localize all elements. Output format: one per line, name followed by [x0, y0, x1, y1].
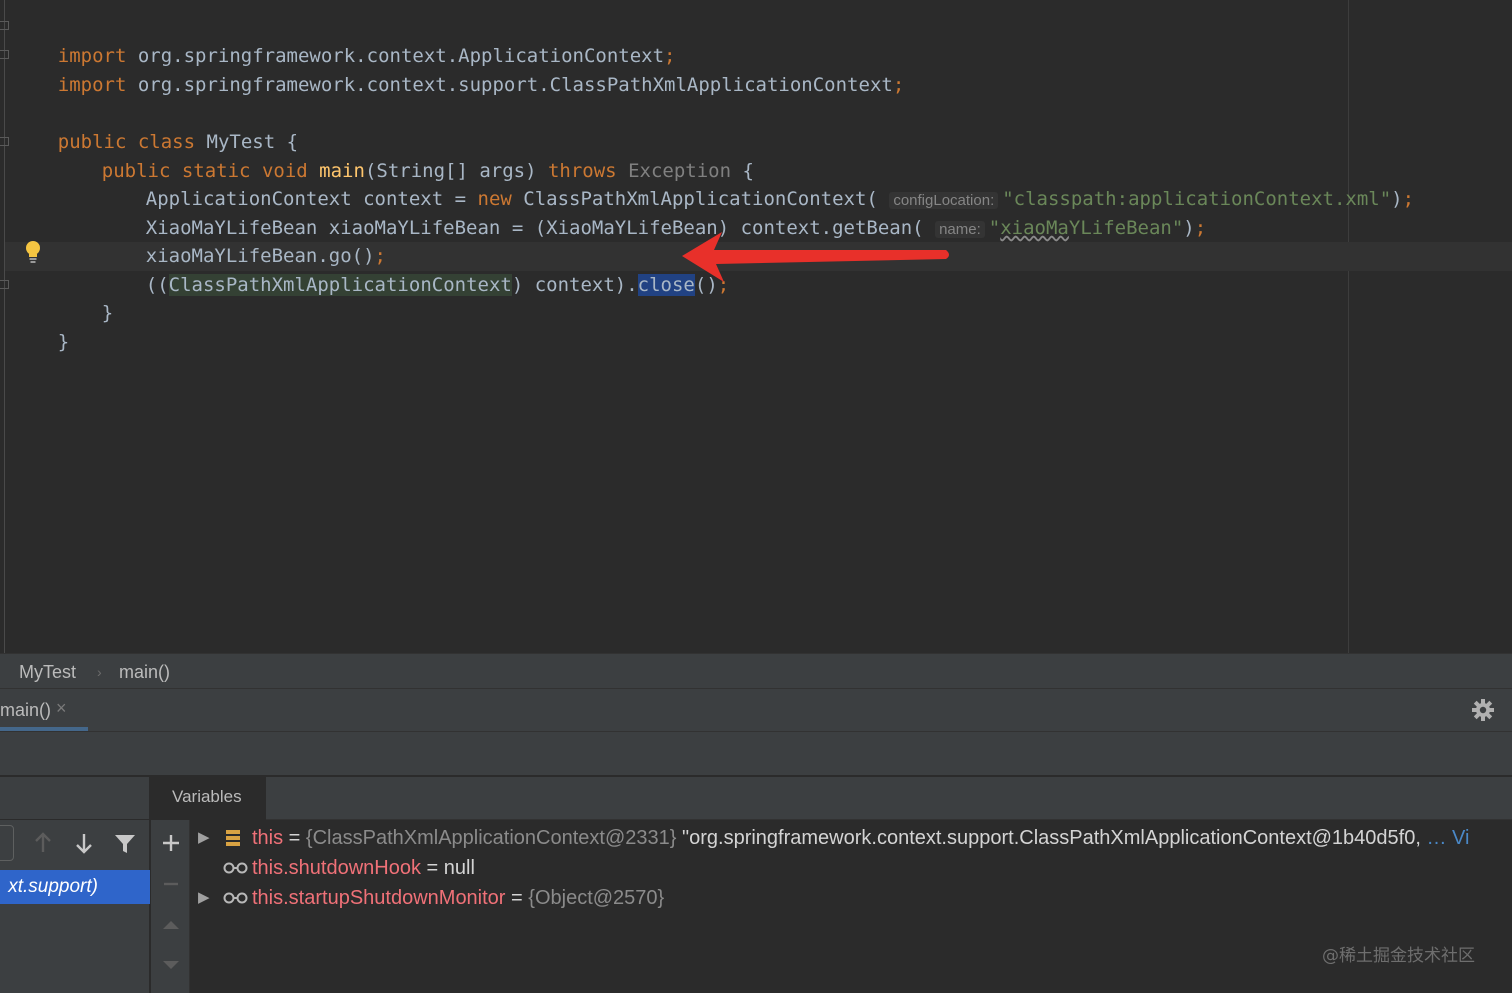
variable-name: this [252, 827, 284, 849]
import-path: org.springframework.context.support.Clas… [126, 74, 893, 96]
expand-triangle-icon[interactable]: ▶ [198, 823, 210, 853]
string-literal: YLifeBean" [1068, 217, 1184, 239]
code-text: ) context). [511, 274, 638, 296]
code-line-close-method[interactable]: } [56, 271, 113, 324]
semicolon: ; [892, 74, 905, 96]
right-margin-guide [1348, 0, 1349, 653]
variable-value: null [443, 857, 475, 879]
code-line-context[interactable]: ApplicationContext context = new ClassPa… [100, 157, 1414, 210]
equals-sign: = [283, 827, 306, 849]
debug-tab-bar: main() × [0, 689, 1512, 732]
gutter-divider [4, 0, 5, 653]
code-text: ) [1391, 188, 1403, 210]
frame-label: xt.support) [8, 876, 98, 897]
variables-header: Variables [151, 777, 1512, 820]
semicolon: ; [1402, 188, 1415, 210]
code-text: (( [145, 274, 169, 296]
code-line-import-1[interactable]: import org.springframework.context.Appli… [12, 14, 676, 67]
highlighted-cast-type: ClassPathXmlApplicationContext [168, 274, 512, 296]
active-tab-indicator [0, 727, 88, 731]
move-up-icon[interactable] [159, 913, 183, 937]
variable-type: {Object@2570} [528, 887, 665, 909]
variables-panel: Variables ▶ this = {ClassPathXmlApplicat… [151, 777, 1512, 993]
gear-icon[interactable] [1471, 698, 1495, 722]
code-line-close-class[interactable]: } [12, 300, 69, 353]
breadcrumb: MyTest › main() [0, 653, 1512, 689]
code-line-main-declaration[interactable]: public static void main(String[] args) t… [56, 129, 754, 182]
equals-sign: = [505, 887, 529, 909]
variable-type: {ClassPathXmlApplicationContext@2331} [305, 827, 677, 849]
fold-marker[interactable] [0, 50, 9, 59]
semicolon: ; [1194, 217, 1207, 239]
thread-selector-dropdown[interactable] [0, 825, 14, 861]
string-literal: " [988, 217, 1001, 239]
view-link[interactable]: Vi [1446, 827, 1469, 849]
variable-name: this.startupShutdownMonitor [252, 887, 506, 909]
brace: } [101, 302, 114, 324]
watch-glasses-icon [223, 862, 248, 874]
brace: } [57, 331, 70, 353]
up-arrow-icon[interactable] [30, 829, 56, 857]
breadcrumb-item-class[interactable]: MyTest [19, 654, 76, 690]
code-line-import-2[interactable]: import org.springframework.context.suppo… [12, 43, 905, 96]
equals-sign: = [420, 857, 444, 879]
code-line-close[interactable]: ((ClassPathXmlApplicationContext) contex… [100, 243, 729, 296]
variable-value: "org.springframework.context.support.Cla… [676, 827, 1421, 849]
debug-toolbar [0, 732, 1512, 776]
ellipsis: … [1420, 827, 1447, 849]
lightbulb-icon[interactable] [24, 240, 42, 264]
watermark: @稀土掘金技术社区 [1322, 946, 1475, 966]
frame-item-selected[interactable]: xt.support) [0, 870, 150, 904]
frames-panel: xt.support) [0, 777, 150, 993]
arrow-annotation-icon [682, 232, 949, 282]
typo-squiggle: xiaoMa [1000, 217, 1069, 239]
tab-label: Variables [172, 787, 242, 806]
variable-row-shutdown-hook[interactable]: this.shutdownHook = null [151, 853, 1512, 883]
variable-row-this[interactable]: ▶ this = {ClassPathXmlApplicationContext… [151, 823, 1512, 853]
fold-marker[interactable] [0, 21, 9, 30]
code-text: ) [1183, 217, 1195, 239]
code-line-class-declaration[interactable]: public class MyTest { [12, 100, 298, 153]
fold-marker[interactable] [0, 280, 9, 289]
code-line-getbean[interactable]: XiaoMaYLifeBean xiaoMaYLifeBean = (XiaoM… [100, 186, 1206, 239]
code-editor[interactable]: import org.springframework.context.Appli… [0, 0, 1512, 653]
variable-row-startup-shutdown-monitor[interactable]: ▶ this.startupShutdownMonitor = {Object@… [151, 883, 1512, 913]
keyword: import [57, 74, 127, 96]
frames-header [0, 777, 150, 820]
expand-triangle-icon[interactable]: ▶ [198, 883, 210, 913]
close-icon[interactable]: × [56, 698, 67, 719]
tab-label: main() [0, 700, 52, 720]
tab-variables[interactable]: Variables [151, 777, 266, 820]
fold-marker[interactable] [0, 137, 9, 146]
down-arrow-icon[interactable] [71, 829, 97, 857]
field-stack-icon [226, 830, 240, 846]
watch-glasses-icon [223, 892, 248, 904]
move-down-icon[interactable] [159, 953, 183, 977]
tab-debug-main[interactable]: main() × [0, 689, 88, 732]
code-line-go[interactable]: xiaoMaYLifeBean.go(); [100, 214, 386, 267]
filter-icon[interactable] [112, 829, 138, 857]
breadcrumb-separator-icon: › [97, 664, 102, 680]
breadcrumb-item-method[interactable]: main() [119, 654, 170, 690]
variable-name: this.shutdownHook [252, 857, 421, 879]
